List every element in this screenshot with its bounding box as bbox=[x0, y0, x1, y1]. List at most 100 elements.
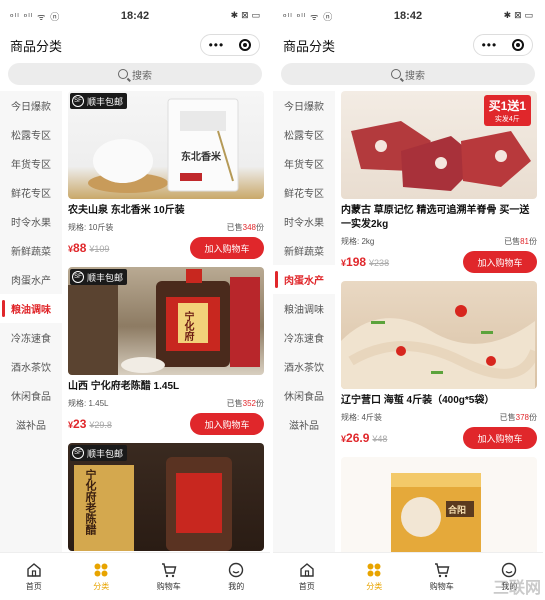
page-title: 商品分类 bbox=[10, 38, 63, 54]
search-input[interactable]: 搜索 bbox=[8, 63, 262, 85]
cart-icon bbox=[161, 561, 177, 579]
product-list: 买1送1 实发4斤 内蒙古 草原记忆 精选可追溯羊脊骨 买一送一实发2kg 规格… bbox=[335, 91, 543, 553]
product-image: SF 顺丰包邮 宁化府 bbox=[68, 267, 264, 375]
sidebar-item[interactable]: 年货专区 bbox=[273, 149, 335, 178]
product-name: 内蒙古 草原记忆 精选可追溯羊脊骨 买一送一实发2kg bbox=[341, 205, 530, 230]
top-bar: 商品分类 ••• bbox=[273, 32, 543, 58]
product-price: ¥23 ¥29.8 bbox=[68, 417, 112, 431]
product-price: ¥198 ¥238 bbox=[341, 255, 390, 269]
category-sidebar: 今日爆款 松露专区 年货专区 鲜花专区 时令水果 新鲜蔬菜 肉蛋水产 粮油调味 … bbox=[0, 91, 62, 553]
status-bar: ᵒˡˡ ᵒˡˡ ᯤ ⓝ 18:42 ✱ ⊠ ▭ bbox=[0, 0, 270, 32]
original-price: ¥29.8 bbox=[89, 420, 112, 430]
search-input[interactable]: 搜索 bbox=[281, 63, 535, 85]
more-icon[interactable]: ••• bbox=[482, 39, 498, 51]
product-price: ¥26.9 ¥48 bbox=[341, 431, 388, 445]
add-to-cart-button[interactable]: 加入购物车 bbox=[463, 251, 537, 273]
tab-home[interactable]: 首页 bbox=[273, 553, 341, 600]
sf-logo-icon: SF bbox=[72, 447, 84, 459]
top-bar: 商品分类 ••• bbox=[0, 32, 270, 58]
more-icon[interactable]: ••• bbox=[209, 39, 225, 51]
sidebar-item[interactable]: 休闲食品 bbox=[273, 381, 335, 410]
miniapp-capsule: ••• bbox=[200, 34, 260, 56]
search-placeholder: 搜索 bbox=[405, 70, 425, 82]
tab-home[interactable]: 首页 bbox=[0, 553, 68, 600]
package-label: 宁化府 bbox=[182, 311, 193, 341]
sidebar-item[interactable]: 滋补品 bbox=[273, 410, 335, 439]
sidebar-item[interactable]: 肉蛋水产 bbox=[0, 265, 62, 294]
sf-shipping-badge: SF 顺丰包邮 bbox=[70, 269, 128, 285]
tab-category[interactable]: 分类 bbox=[341, 553, 409, 600]
package-label: 东北香米 bbox=[181, 152, 221, 163]
product-spec: 规格: 2kg bbox=[341, 237, 375, 246]
tab-category[interactable]: 分类 bbox=[68, 553, 136, 600]
battery-icon: ✱ ⊠ ▭ bbox=[230, 11, 260, 21]
category-icon bbox=[93, 561, 109, 579]
sidebar-item[interactable]: 新鲜蔬菜 bbox=[273, 236, 335, 265]
product-sold: 已售348份 bbox=[226, 223, 264, 232]
product-spec: 规格: 1.45L bbox=[68, 399, 109, 408]
sidebar-item[interactable]: 今日爆款 bbox=[0, 91, 62, 120]
phone-screen-right: ᵒˡˡ ᵒˡˡ ᯤ ⓝ 18:42 ✱ ⊠ ▭ 商品分类 ••• 搜索 今日爆款… bbox=[273, 0, 543, 600]
status-bar: ᵒˡˡ ᵒˡˡ ᯤ ⓝ 18:42 ✱ ⊠ ▭ bbox=[273, 0, 543, 32]
product-sold: 已售81份 bbox=[504, 237, 537, 246]
sidebar-item-active[interactable]: 肉蛋水产 bbox=[273, 265, 335, 294]
sidebar-item[interactable]: 酒水茶饮 bbox=[273, 352, 335, 381]
product-card[interactable]: 辽宁营口 海蜇 4斤装（400g*5袋） 规格: 4斤装 已售378份 ¥26.… bbox=[341, 281, 537, 449]
bottom-tab-bar: 首页 分类 购物车 我的 bbox=[0, 552, 270, 600]
product-name: 山西 宁化府老陈醋 1.45L bbox=[68, 381, 180, 392]
sidebar-item[interactable]: 鲜花专区 bbox=[273, 178, 335, 207]
sidebar-item[interactable]: 松露专区 bbox=[0, 120, 62, 149]
profile-icon bbox=[228, 561, 244, 579]
home-icon bbox=[299, 561, 315, 579]
product-sold: 已售378份 bbox=[499, 413, 537, 422]
sidebar-item[interactable]: 冷冻速食 bbox=[273, 323, 335, 352]
package-label: 宁化府老陈醋 bbox=[84, 469, 96, 535]
sidebar-item[interactable]: 鲜花专区 bbox=[0, 178, 62, 207]
product-card[interactable]: SF 顺丰包邮 宁化府 山西 宁化府老陈醋 1.45L 规格: 1.45L 已售3… bbox=[68, 267, 264, 435]
status-time: 18:42 bbox=[120, 10, 150, 22]
status-time: 18:42 bbox=[393, 10, 423, 22]
add-to-cart-button[interactable]: 加入购物车 bbox=[190, 413, 264, 435]
sidebar-item[interactable]: 今日爆款 bbox=[273, 91, 335, 120]
close-miniapp-icon[interactable] bbox=[512, 39, 525, 51]
sidebar-item[interactable]: 年货专区 bbox=[0, 149, 62, 178]
miniapp-capsule: ••• bbox=[473, 34, 533, 56]
search-icon bbox=[118, 69, 128, 79]
sidebar-item-active[interactable]: 粮油调味 bbox=[0, 294, 62, 323]
product-card[interactable]: 合阳 bbox=[341, 457, 537, 553]
add-to-cart-button[interactable]: 加入购物车 bbox=[190, 237, 264, 259]
original-price: ¥109 bbox=[89, 244, 110, 254]
sf-logo-icon: SF bbox=[72, 95, 84, 107]
product-name: 农夫山泉 东北香米 10斤装 bbox=[68, 205, 185, 216]
tab-cart[interactable]: 购物车 bbox=[408, 553, 476, 600]
sidebar-item[interactable]: 滋补品 bbox=[0, 410, 62, 439]
sidebar-item[interactable]: 时令水果 bbox=[273, 207, 335, 236]
product-image: 合阳 bbox=[341, 457, 537, 553]
sidebar-item[interactable]: 冷冻速食 bbox=[0, 323, 62, 352]
category-icon bbox=[366, 561, 382, 579]
search-icon bbox=[391, 69, 401, 79]
original-price: ¥48 bbox=[372, 434, 388, 444]
page-title: 商品分类 bbox=[283, 38, 336, 54]
product-image: SF 顺丰包邮 东北香米 bbox=[68, 91, 264, 199]
tab-profile[interactable]: 我的 bbox=[203, 553, 271, 600]
home-icon bbox=[26, 561, 42, 579]
sidebar-item[interactable]: 休闲食品 bbox=[0, 381, 62, 410]
package-label: 合阳 bbox=[448, 505, 467, 515]
signal-icons: ᵒˡˡ ᵒˡˡ ᯤ ⓝ bbox=[283, 12, 334, 23]
sf-shipping-badge: SF 顺丰包邮 bbox=[70, 93, 128, 109]
product-card[interactable]: SF 顺丰包邮 东北香米 农夫山泉 东北香米 10斤装 规格: 10斤装 已售34… bbox=[68, 91, 264, 259]
product-card[interactable]: 买1送1 实发4斤 内蒙古 草原记忆 精选可追溯羊脊骨 买一送一实发2kg 规格… bbox=[341, 91, 537, 273]
sidebar-item[interactable]: 酒水茶饮 bbox=[0, 352, 62, 381]
product-card[interactable]: SF 顺丰包邮 宁化府老陈醋 bbox=[68, 443, 264, 551]
sidebar-item[interactable]: 时令水果 bbox=[0, 207, 62, 236]
phone-screen-left: ᵒˡˡ ᵒˡˡ ᯤ ⓝ 18:42 ✱ ⊠ ▭ 商品分类 ••• 搜索 今日爆款… bbox=[0, 0, 270, 600]
product-image bbox=[341, 281, 537, 389]
tab-cart[interactable]: 购物车 bbox=[135, 553, 203, 600]
close-miniapp-icon[interactable] bbox=[239, 39, 252, 51]
search-placeholder: 搜索 bbox=[132, 70, 152, 82]
sidebar-item[interactable]: 粮油调味 bbox=[273, 294, 335, 323]
add-to-cart-button[interactable]: 加入购物车 bbox=[463, 427, 537, 449]
sidebar-item[interactable]: 新鲜蔬菜 bbox=[0, 236, 62, 265]
sidebar-item[interactable]: 松露专区 bbox=[273, 120, 335, 149]
